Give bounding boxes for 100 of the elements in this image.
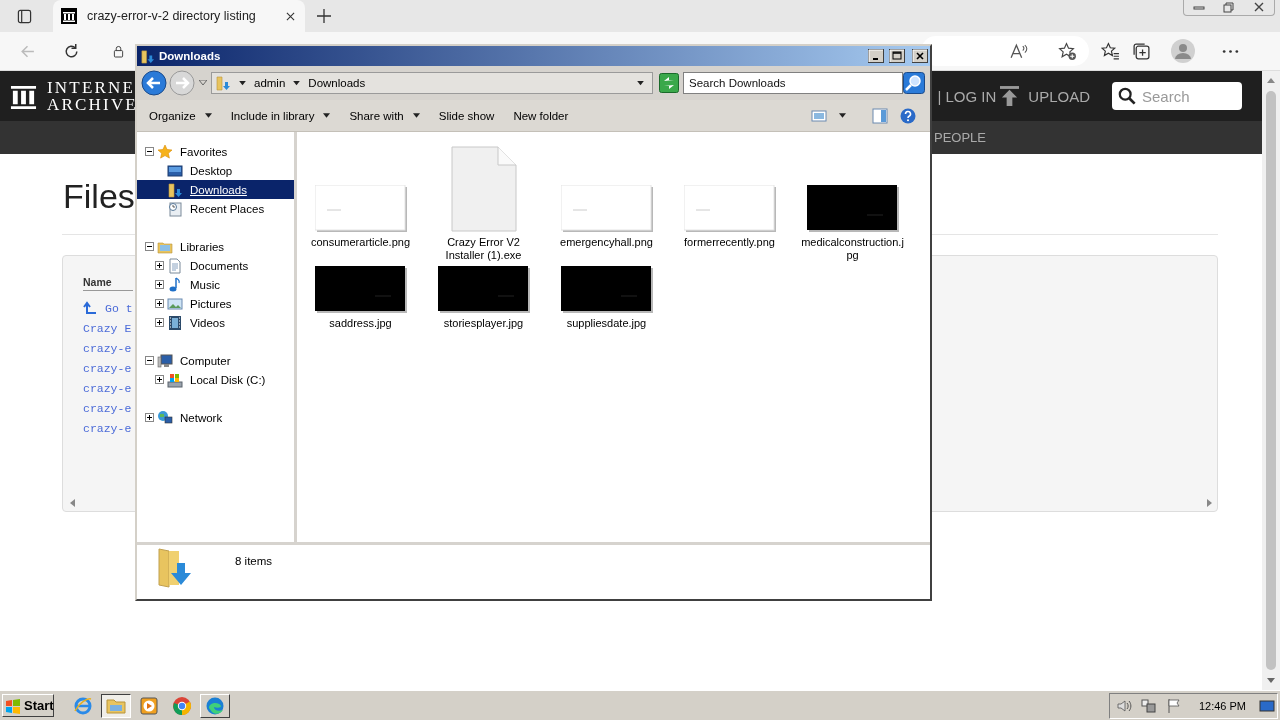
file-name[interactable]: Crazy Error V2 Installer (1).exe xyxy=(431,236,536,262)
image-thumbnail[interactable] xyxy=(683,185,776,232)
show-desktop-icon[interactable] xyxy=(1259,697,1275,714)
preview-pane-icon[interactable] xyxy=(872,107,888,124)
flag-icon[interactable] xyxy=(1165,697,1182,714)
refresh-button[interactable] xyxy=(659,73,679,93)
tab-actions-icon[interactable] xyxy=(17,8,32,24)
upload-icon[interactable] xyxy=(1000,85,1020,107)
up-arrow-icon[interactable] xyxy=(83,301,97,315)
image-thumbnail[interactable] xyxy=(437,266,530,313)
address-field[interactable]: admin Downloads xyxy=(211,72,653,94)
nav-link[interactable]: PEOPLE xyxy=(933,130,986,145)
caret-icon[interactable] xyxy=(637,80,644,86)
file-name[interactable]: emergencyhall.png xyxy=(554,236,659,262)
tree-item[interactable]: Videos xyxy=(137,313,294,332)
parent-directory-link[interactable]: Go t xyxy=(105,301,133,315)
collapse-icon[interactable] xyxy=(145,242,154,251)
expand-icon[interactable] xyxy=(155,318,164,327)
logo-text[interactable]: ARCHIVE xyxy=(47,96,138,113)
file-name[interactable]: storiesplayer.jpg xyxy=(431,317,536,330)
toolbar-button[interactable]: Organize xyxy=(149,109,212,122)
expand-icon[interactable] xyxy=(155,299,164,308)
caret-icon[interactable] xyxy=(239,80,246,86)
film-icon xyxy=(167,314,183,331)
upload-link[interactable]: UPLOAD xyxy=(1028,87,1090,105)
search-button[interactable] xyxy=(903,72,925,94)
expand-icon[interactable] xyxy=(155,375,164,384)
network-icon[interactable] xyxy=(1140,697,1157,714)
tree-item[interactable]: Computer xyxy=(137,351,294,370)
scroll-right-icon[interactable] xyxy=(1205,499,1213,507)
toolbar-button[interactable]: Include in library xyxy=(230,109,331,122)
file-link[interactable]: Crazy E xyxy=(83,321,132,335)
file-link[interactable]: crazy-e xyxy=(83,401,132,415)
read-aloud-icon[interactable] xyxy=(1009,41,1028,61)
file-name[interactable]: medicalconstruction.jpg xyxy=(800,236,905,262)
image-thumbnail[interactable] xyxy=(560,266,653,313)
column-header[interactable]: Name xyxy=(83,276,133,291)
tree-item[interactable]: Desktop xyxy=(137,161,294,180)
toolbar-button[interactable]: Slide show xyxy=(438,109,495,122)
search-field[interactable]: Search xyxy=(1112,82,1242,110)
new-tab-icon[interactable] xyxy=(317,9,331,23)
expand-icon[interactable] xyxy=(155,261,164,270)
tree-item[interactable]: Music xyxy=(137,275,294,294)
reload-icon[interactable] xyxy=(63,42,80,60)
scroll-left-icon[interactable] xyxy=(69,499,77,507)
maximize-button[interactable] xyxy=(889,49,905,63)
file-name[interactable]: suppliesdate.jpg xyxy=(554,317,659,330)
favorites-icon[interactable] xyxy=(1101,41,1120,61)
help-icon[interactable] xyxy=(900,107,916,124)
scroll-down-icon[interactable] xyxy=(1267,676,1275,684)
login-link[interactable]: | LOG IN xyxy=(937,87,997,105)
file-name[interactable]: formerrecently.png xyxy=(677,236,782,262)
image-thumbnail[interactable] xyxy=(806,185,899,232)
round-logo-icon xyxy=(172,695,192,716)
volume-icon[interactable] xyxy=(1115,697,1132,714)
logo-text[interactable]: INTERNE xyxy=(47,79,138,96)
tree-item[interactable]: Favorites xyxy=(137,142,294,161)
file-name[interactable]: saddress.jpg xyxy=(308,317,413,330)
title-bar[interactable]: Downloads xyxy=(137,46,930,66)
breadcrumb-item[interactable]: Downloads xyxy=(308,77,366,89)
recent-pages-icon[interactable] xyxy=(199,80,207,86)
expand-icon[interactable] xyxy=(145,413,154,422)
caret-icon[interactable] xyxy=(293,80,301,86)
caret-icon[interactable] xyxy=(839,113,846,118)
expand-icon[interactable] xyxy=(155,280,164,289)
tree-item[interactable]: Pictures xyxy=(137,294,294,313)
file-name[interactable]: consumerarticle.png xyxy=(308,236,413,262)
toolbar-button[interactable]: Share with xyxy=(349,109,420,122)
taskbar-app-button[interactable] xyxy=(101,693,131,718)
scroll-up-icon[interactable] xyxy=(1267,77,1275,85)
image-thumbnail[interactable] xyxy=(314,266,407,313)
collapse-icon[interactable] xyxy=(145,356,154,365)
collections-icon[interactable] xyxy=(1132,41,1151,61)
file-link[interactable]: crazy-e xyxy=(83,341,132,355)
profile-avatar[interactable] xyxy=(1171,39,1195,63)
tree-item[interactable]: Recent Places xyxy=(137,199,294,218)
image-thumbnail[interactable] xyxy=(560,185,653,232)
file-link[interactable]: crazy-e xyxy=(83,421,132,435)
tree-item[interactable]: Libraries xyxy=(137,237,294,256)
tree-item[interactable]: Network xyxy=(137,408,294,427)
collapse-icon[interactable] xyxy=(145,147,154,156)
image-thumbnail[interactable] xyxy=(314,185,407,232)
browser-tab[interactable]: crazy-error-v-2 directory listing xyxy=(53,0,305,32)
tree-item[interactable]: Documents xyxy=(137,256,294,275)
close-icon[interactable] xyxy=(286,11,295,21)
file-link[interactable]: crazy-e xyxy=(83,381,132,395)
breadcrumb-item[interactable]: admin xyxy=(254,77,286,89)
toolbar-button[interactable]: New folder xyxy=(513,109,569,122)
search-field[interactable]: Search Downloads xyxy=(683,72,903,94)
tree-item[interactable]: Downloads xyxy=(137,180,294,199)
file-link[interactable]: crazy-e xyxy=(83,361,132,375)
lock-icon[interactable] xyxy=(113,44,124,58)
scrollbar[interactable] xyxy=(1262,71,1280,690)
minimize-button[interactable] xyxy=(868,49,884,63)
tree-item[interactable]: Local Disk (C:) xyxy=(137,370,294,389)
add-favorite-icon[interactable] xyxy=(1058,41,1077,61)
address-field[interactable] xyxy=(921,36,1089,66)
close-button[interactable] xyxy=(912,49,928,63)
clock[interactable]: 12:46 PM xyxy=(1198,699,1246,712)
back-button[interactable] xyxy=(141,70,167,96)
